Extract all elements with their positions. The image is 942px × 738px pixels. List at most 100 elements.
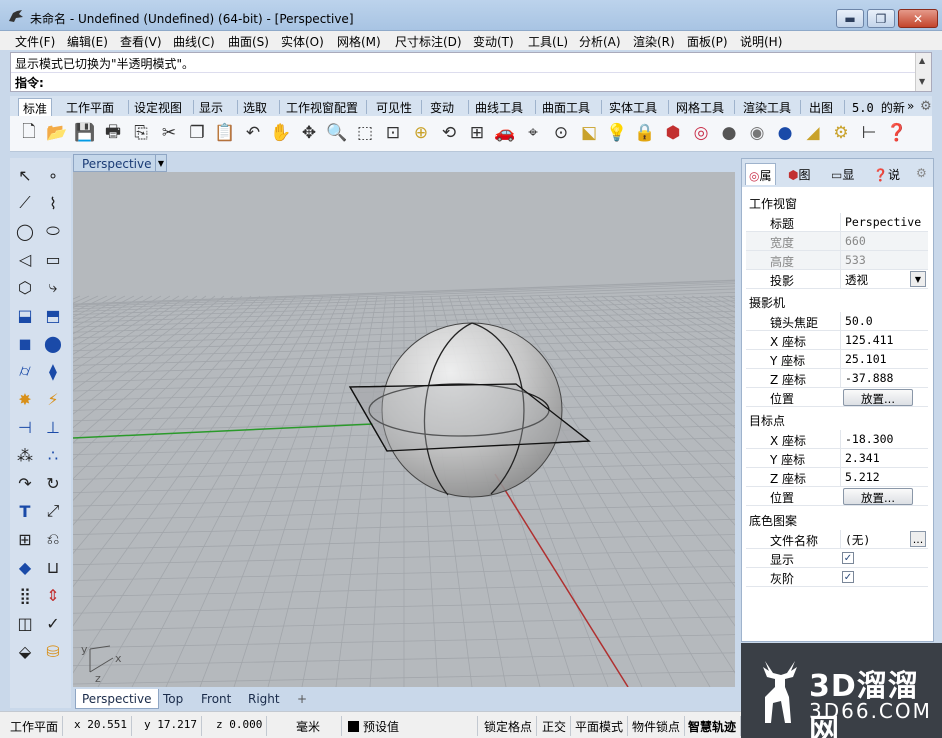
grid-snap-icon[interactable]: ⊙ xyxy=(548,120,574,146)
tab-front[interactable]: Front xyxy=(195,689,237,709)
tab-select[interactable]: 选取 xyxy=(239,98,271,116)
fillet-curve-icon[interactable]: ⤷ xyxy=(40,274,66,300)
tab-render-tools[interactable]: 渲染工具 xyxy=(739,98,795,116)
mesh-icon[interactable]: ⧫ xyxy=(40,358,66,384)
viewport-title-tab[interactable]: Perspective ▼ xyxy=(73,154,167,172)
render-sphere-icon[interactable]: ● xyxy=(716,120,742,146)
four-viewports-icon[interactable]: ⊞ xyxy=(464,120,490,146)
camera-y-field[interactable]: 25.101 xyxy=(840,350,928,369)
circle-icon[interactable]: ◯ xyxy=(12,218,38,244)
cylinder-icon[interactable]: ⌭ xyxy=(12,358,38,384)
tab-drafting[interactable]: 出图 xyxy=(805,98,837,116)
target-place-button[interactable]: 放置... xyxy=(843,488,913,505)
menu-tools[interactable]: 工具(L) xyxy=(528,33,568,50)
menu-mesh[interactable]: 网格(M) xyxy=(337,33,381,50)
copy-icon[interactable]: ❐ xyxy=(184,120,210,146)
undo-view-icon[interactable]: ⟲ xyxy=(436,120,462,146)
spotlight-icon[interactable]: ◢ xyxy=(800,120,826,146)
tab-visibility[interactable]: 可见性 xyxy=(372,98,416,116)
split-icon[interactable]: ⚡ xyxy=(40,386,66,412)
paste-icon[interactable]: 📋 xyxy=(212,120,238,146)
cut-icon[interactable]: ✂ xyxy=(156,120,182,146)
menu-panels[interactable]: 面板(P) xyxy=(687,33,728,50)
rectangle-icon[interactable]: ▭ xyxy=(40,246,66,272)
target-y-field[interactable]: 2.341 xyxy=(840,449,928,468)
light-bulb-icon[interactable]: 💡 xyxy=(604,120,630,146)
tab-new-in-5[interactable]: 5.0 的新 xyxy=(848,98,909,116)
panel-settings-gear-icon[interactable]: ⚙ xyxy=(913,163,930,185)
tab-top[interactable]: Top xyxy=(157,689,189,709)
menu-curve[interactable]: 曲线(C) xyxy=(173,33,215,50)
save-icon[interactable]: 💾 xyxy=(72,120,98,146)
surface-icon[interactable]: ⬓ xyxy=(12,302,38,328)
add-viewport-icon[interactable]: + xyxy=(291,689,313,709)
zoom-extents-icon[interactable]: ⊡ xyxy=(380,120,406,146)
minimize-button[interactable]: ▬ xyxy=(836,9,864,28)
tab-cplanes[interactable]: 工作平面 xyxy=(62,98,118,116)
group-icon[interactable]: ⁂ xyxy=(12,442,38,468)
status-grid-snap[interactable]: 锁定格点 xyxy=(480,716,538,736)
status-smarttrack[interactable]: 智慧轨迹 xyxy=(684,716,742,736)
boolean-icon[interactable]: ⬤ xyxy=(40,330,66,356)
box-solid-icon[interactable]: ◼ xyxy=(12,330,38,356)
menu-surface[interactable]: 曲面(S) xyxy=(228,33,269,50)
grid-array-icon[interactable]: ⣿ xyxy=(12,582,38,608)
trim-icon[interactable]: ⊣ xyxy=(12,414,38,440)
polygon-icon[interactable]: ⬡ xyxy=(12,274,38,300)
distance-icon[interactable]: ⇕ xyxy=(40,582,66,608)
explode-icon[interactable]: ✸ xyxy=(12,386,38,412)
target-x-field[interactable]: -18.300 xyxy=(840,430,928,449)
polyline-icon[interactable]: ⟋ xyxy=(12,190,38,216)
select-objects-icon[interactable]: ⬕ xyxy=(576,120,602,146)
undo-icon[interactable]: ↶ xyxy=(240,120,266,146)
maximize-button[interactable]: ❐ xyxy=(867,9,895,28)
menu-solid[interactable]: 实体(O) xyxy=(281,33,324,50)
status-cplane[interactable]: 工作平面 xyxy=(6,716,64,736)
gumball-icon[interactable]: ⊢ xyxy=(856,120,882,146)
target-z-field[interactable]: 5.212 xyxy=(840,468,928,487)
menu-file[interactable]: 文件(F) xyxy=(15,33,55,50)
zoom-selected-icon[interactable]: ⊕ xyxy=(408,120,434,146)
render-mesh-icon[interactable]: ⬙ xyxy=(12,638,38,664)
scroll-down-icon[interactable]: ▼ xyxy=(919,77,925,86)
status-ortho[interactable]: 正交 xyxy=(538,716,572,736)
tab-properties[interactable]: ◎属 xyxy=(745,163,776,185)
color-wheel-icon[interactable]: ◎ xyxy=(688,120,714,146)
menu-transform[interactable]: 变动(T) xyxy=(473,33,514,50)
tab-perspective[interactable]: Perspective xyxy=(75,689,159,709)
join-icon[interactable]: ⊥ xyxy=(40,414,66,440)
tab-curve-tools[interactable]: 曲线工具 xyxy=(471,98,527,116)
tab-mesh-tools[interactable]: 网格工具 xyxy=(672,98,728,116)
status-units[interactable]: 毫米 xyxy=(292,716,342,736)
rotate-view-icon[interactable]: ✥ xyxy=(296,120,322,146)
camera-car-icon[interactable]: 🚗 xyxy=(492,120,518,146)
tab-layers[interactable]: ⬢图 xyxy=(785,163,814,185)
tab-transform[interactable]: 变动 xyxy=(426,98,458,116)
viewport-title[interactable]: Perspective xyxy=(82,157,152,171)
status-planar[interactable]: 平面模式 xyxy=(571,716,629,736)
move-icon[interactable]: ↷ xyxy=(12,470,38,496)
tab-right[interactable]: Right xyxy=(242,689,286,709)
tab-solid-tools[interactable]: 实体工具 xyxy=(605,98,661,116)
lens-length-field[interactable]: 50.0 xyxy=(840,312,928,331)
set-cplane-icon[interactable]: ⌖ xyxy=(520,120,546,146)
curve-cv-icon[interactable]: ⌇ xyxy=(40,190,66,216)
ellipse-icon[interactable]: ⬭ xyxy=(40,218,66,244)
options-gear-icon[interactable]: ⚙ xyxy=(828,120,854,146)
viewport-menu-chevron-down-icon[interactable]: ▼ xyxy=(155,155,166,171)
material-icon[interactable]: ⬢ xyxy=(660,120,686,146)
check-icon[interactable]: ✓ xyxy=(40,610,66,636)
print-icon[interactable]: 🖶 xyxy=(100,120,126,146)
status-layer[interactable]: 预设值 xyxy=(344,716,478,736)
camera-x-field[interactable]: 125.411 xyxy=(840,331,928,350)
extrude-surface-icon[interactable]: ⬒ xyxy=(40,302,66,328)
show-wallpaper-checkbox[interactable]: ✓ xyxy=(842,552,854,564)
viewport-canvas[interactable]: y x z xyxy=(73,172,735,687)
status-osnap[interactable]: 物件锁点 xyxy=(628,716,686,736)
scroll-up-icon[interactable]: ▲ xyxy=(919,56,925,65)
camera-place-button[interactable]: 放置... xyxy=(843,389,913,406)
grayscale-checkbox[interactable]: ✓ xyxy=(842,571,854,583)
select-arrow-icon[interactable]: ↖ xyxy=(12,162,38,188)
render-icon[interactable]: ● xyxy=(772,120,798,146)
zoom-window-icon[interactable]: ⬚ xyxy=(352,120,378,146)
